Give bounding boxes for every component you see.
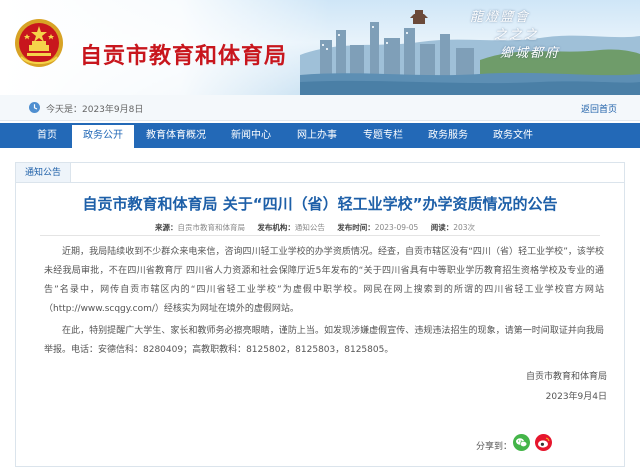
article-panel: 通知公告 自贡市教育和体育局 关于“四川（省）轻工业学校”办学资质情况的公告 来…	[15, 162, 625, 467]
nav-item-gov-documents[interactable]: 政务文件	[480, 123, 546, 148]
site-title[interactable]: 自贡市教育和体育局	[80, 38, 287, 70]
today-date: 今天是：2023年9月8日	[46, 105, 144, 115]
date-bar: 今天是：2023年9月8日 返回首页	[0, 95, 640, 121]
nav-item-gov-services[interactable]: 政务服务	[416, 123, 480, 148]
nav-item-overview[interactable]: 教育体育概况	[134, 123, 218, 148]
article-title: 自贡市教育和体育局 关于“四川（省）轻工业学校”办学资质情况的公告	[82, 195, 558, 213]
meta-views-key: 阅读：	[430, 223, 454, 232]
wechat-share-icon[interactable]	[513, 434, 530, 451]
slogan-line-3: 鄉城都府	[500, 46, 561, 61]
meta-source-value: 自贡市教育和体育局	[177, 223, 245, 232]
nav-item-news[interactable]: 新闻中心	[218, 123, 284, 148]
slogan-line-2: 之之之	[494, 28, 540, 43]
clock-icon	[29, 102, 40, 113]
nav-item-government-affairs[interactable]: 政务公开	[72, 123, 134, 148]
meta-date-key: 发布时间：	[337, 223, 375, 232]
meta-date-value: 2023-09-05	[374, 223, 419, 232]
meta-divider	[40, 235, 600, 236]
nav-item-home[interactable]: 首页	[22, 123, 72, 148]
nav-item-online-service[interactable]: 网上办事	[284, 123, 350, 148]
share-label: 分享到：	[476, 442, 513, 452]
slogan-line-1: 龍燈鹽會	[470, 10, 531, 25]
article-paragraph-2: 在此，特别提醒广大学生、家长和教师务必擦亮眼睛，谨防上当。如发现涉嫌虚假宣传、违…	[44, 326, 604, 355]
tab-notices[interactable]: 通知公告	[16, 163, 71, 183]
article-paragraph-1: 近期，我局陆续收到不少群众来电来信，咨询四川轻工业学校的办学资质情况。经查，自贡…	[44, 247, 604, 314]
meta-publisher-key: 发布机构：	[257, 223, 295, 232]
header-banner: 龍燈鹽會 之之之 鄉城都府 自贡市教育和体育局	[0, 0, 640, 95]
nav-item-special-topics[interactable]: 专题专栏	[350, 123, 416, 148]
signature-organization: 自贡市教育和体育局	[525, 372, 607, 382]
meta-publisher-value: 通知公告	[294, 223, 325, 232]
tab-divider	[71, 182, 624, 183]
main-nav: 首页 政务公开 教育体育概况 新闻中心 网上办事 专题专栏 政务服务 政务文件	[0, 123, 640, 148]
signature-date: 2023年9月4日	[545, 392, 607, 402]
weibo-share-icon[interactable]	[535, 434, 552, 451]
article-meta: 来源：自贡市教育和体育局 发布机构：通知公告 发布时间：2023-09-05 阅…	[16, 222, 624, 233]
return-home-link[interactable]: 返回首页	[581, 102, 617, 115]
national-emblem-icon	[15, 19, 63, 67]
meta-views-value: 203次	[453, 223, 476, 232]
meta-source-key: 来源：	[154, 223, 178, 232]
